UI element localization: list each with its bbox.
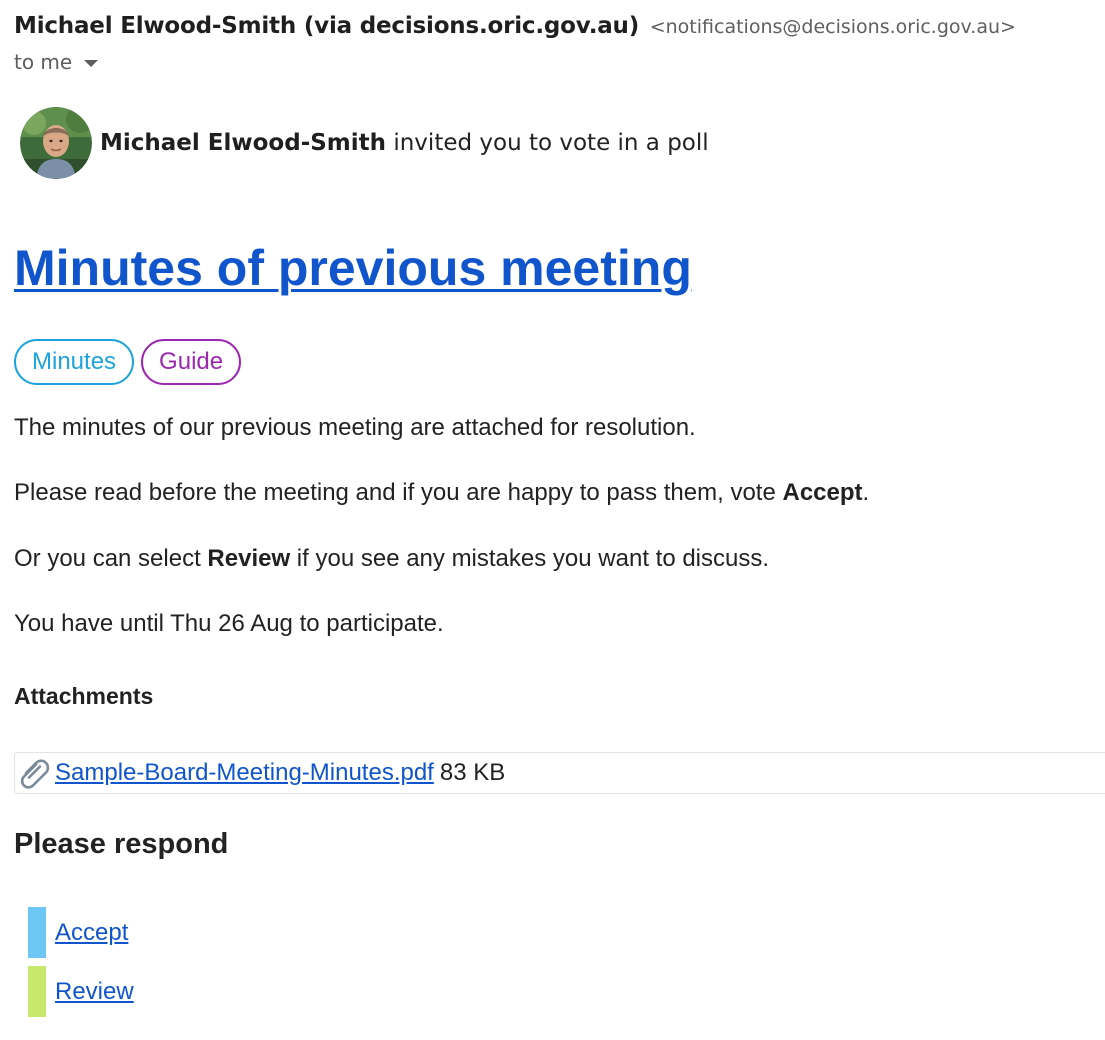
tag-list: Minutes Guide (14, 339, 242, 385)
accept-emphasis: Accept (782, 479, 863, 506)
recipient-dropdown[interactable]: to me (14, 50, 99, 74)
tag-guide[interactable]: Guide (141, 339, 242, 385)
chevron-down-icon[interactable] (84, 59, 99, 67)
review-color-bar (28, 966, 46, 1017)
poll-title-link[interactable]: Minutes of previous meeting (14, 236, 692, 300)
deadline-text: You have until Thu 26 Aug to participate… (14, 610, 444, 637)
review-link[interactable]: Review (55, 978, 134, 1006)
attachment-size: 83 KB (439, 759, 506, 786)
invite-row: Michael Elwood-Smith invited you to vote… (20, 107, 709, 179)
accept-color-bar (28, 907, 46, 958)
attachments-heading: Attachments (14, 683, 154, 709)
attachment-item: Sample-Board-Meeting-Minutes.pdf 83 KB (14, 752, 1105, 794)
attachment-link[interactable]: Sample-Board-Meeting-Minutes.pdf (55, 759, 434, 787)
tag-minutes[interactable]: Minutes (14, 339, 135, 385)
respond-heading: Please respond (14, 828, 229, 860)
accept-link[interactable]: Accept (55, 919, 128, 947)
description-line-2: Please read before the meeting and if yo… (14, 478, 869, 508)
avatar-photo (20, 107, 92, 179)
description-line-3-text: Or you can select (14, 545, 208, 572)
inviter-name: Michael Elwood-Smith (100, 130, 387, 156)
paperclip-icon (17, 756, 51, 790)
sender-email: <notifications@decisions.oric.gov.au> (649, 16, 1016, 38)
email-header: Michael Elwood-Smith (via decisions.oric… (14, 10, 1016, 43)
description-line-2-end: . (862, 479, 870, 506)
review-emphasis: Review (207, 545, 291, 572)
sender-name[interactable]: Michael Elwood-Smith (via decisions.oric… (14, 13, 639, 39)
invite-message: Michael Elwood-Smith invited you to vote… (100, 130, 709, 156)
option-review[interactable]: Review (28, 966, 134, 1017)
avatar (20, 107, 92, 179)
description-line-3: Or you can select Review if you see any … (14, 544, 769, 574)
description-line-2-text: Please read before the meeting and if yo… (14, 479, 783, 506)
invite-text: invited you to vote in a poll (393, 130, 709, 156)
description-line-3-end: if you see any mistakes you want to disc… (290, 545, 770, 572)
option-accept[interactable]: Accept (28, 907, 128, 958)
description-line-1: The minutes of our previous meeting are … (14, 414, 696, 441)
recipient-label: to me (14, 50, 73, 74)
